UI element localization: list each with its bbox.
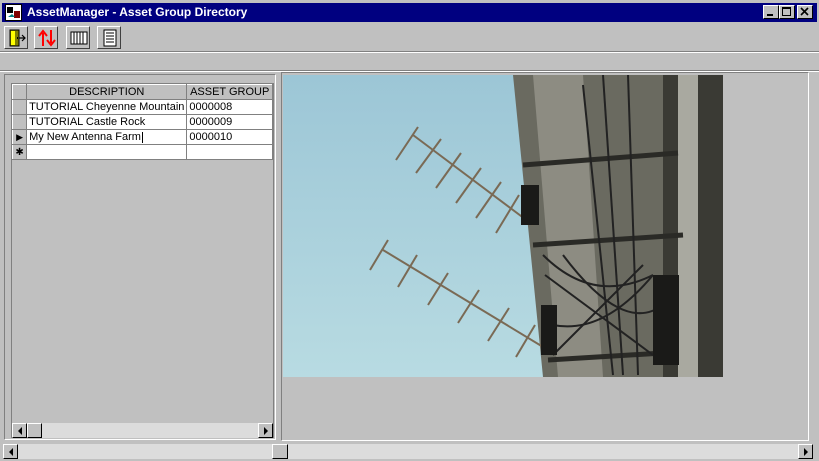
text-caret — [141, 131, 143, 143]
exit-door-icon — [9, 29, 26, 47]
sort-updown-icon — [38, 29, 56, 47]
scroll-thumb[interactable] — [272, 444, 288, 459]
close-icon — [800, 7, 809, 16]
grid-table: DESCRIPTION ASSET GROUP TUTORIAL Cheyenn… — [11, 84, 273, 160]
grid-panel: DESCRIPTION ASSET GROUP TUTORIAL Cheyenn… — [4, 74, 276, 440]
exit-button[interactable] — [4, 26, 28, 49]
toolbar-divider — [0, 52, 819, 53]
title-bar[interactable]: AssetManager - Asset Group Directory — [2, 3, 817, 22]
asset-group-grid: DESCRIPTION ASSET GROUP TUTORIAL Cheyenn… — [11, 83, 274, 438]
scroll-right-button[interactable] — [798, 444, 813, 459]
sort-button[interactable] — [34, 26, 58, 49]
description-edit-text[interactable]: My New Antenna Farm — [29, 131, 141, 143]
window-title: AssetManager - Asset Group Directory — [27, 5, 248, 19]
maximize-icon — [782, 7, 791, 16]
scroll-track[interactable] — [18, 444, 798, 459]
asset-group-photo — [283, 75, 723, 377]
arrow-right-icon — [263, 427, 268, 435]
asset-group-cell[interactable]: 0000010 — [186, 129, 273, 145]
list-view-button[interactable] — [97, 26, 121, 49]
arrow-left-icon — [17, 427, 22, 435]
maximize-button[interactable] — [779, 5, 795, 19]
close-button[interactable] — [797, 5, 813, 19]
grid-horizontal-scrollbar[interactable] — [12, 423, 273, 438]
scroll-track[interactable] — [27, 423, 258, 438]
scroll-right-button[interactable] — [258, 423, 273, 438]
description-cell-editing[interactable]: My New Antenna Farm — [26, 129, 188, 145]
new-row[interactable]: ✱ — [11, 144, 273, 160]
row-selector[interactable] — [11, 114, 28, 130]
arrow-right-icon — [803, 448, 808, 456]
toolbar — [0, 24, 819, 52]
list-view-icon — [103, 29, 117, 47]
app-window: AssetManager - Asset Group Directory DES… — [0, 0, 819, 461]
minimize-button[interactable] — [763, 5, 779, 19]
table-row[interactable]: ▶ My New Antenna Farm 0000010 — [11, 129, 273, 145]
table-row[interactable]: TUTORIAL Castle Rock 0000009 — [11, 114, 273, 130]
row-selector[interactable] — [11, 99, 28, 115]
minimize-icon — [767, 14, 773, 16]
new-asset-group-cell[interactable] — [186, 144, 273, 160]
new-description-cell[interactable] — [26, 144, 188, 160]
image-panel — [281, 72, 809, 441]
description-cell[interactable]: TUTORIAL Cheyenne Mountain — [26, 99, 188, 115]
columns-button[interactable] — [66, 26, 90, 49]
column-header-asset-group[interactable]: ASSET GROUP — [186, 84, 273, 100]
columns-icon — [70, 31, 88, 45]
table-row[interactable]: TUTORIAL Cheyenne Mountain 0000008 — [11, 99, 273, 115]
scroll-left-button[interactable] — [12, 423, 27, 438]
column-header-description[interactable]: DESCRIPTION — [26, 84, 188, 100]
current-row-indicator-icon[interactable]: ▶ — [11, 129, 28, 145]
asset-group-cell[interactable]: 0000008 — [186, 99, 273, 115]
new-row-asterisk-icon[interactable]: ✱ — [11, 144, 28, 160]
corner-header[interactable] — [11, 84, 28, 100]
scroll-left-button[interactable] — [3, 444, 18, 459]
asset-group-cell[interactable]: 0000009 — [186, 114, 273, 130]
app-logo-icon — [5, 4, 22, 21]
arrow-left-icon — [8, 448, 13, 456]
grid-header-row: DESCRIPTION ASSET GROUP — [11, 84, 273, 100]
description-cell[interactable]: TUTORIAL Castle Rock — [26, 114, 188, 130]
scroll-thumb[interactable] — [27, 423, 42, 438]
window-horizontal-scrollbar[interactable] — [0, 443, 819, 459]
